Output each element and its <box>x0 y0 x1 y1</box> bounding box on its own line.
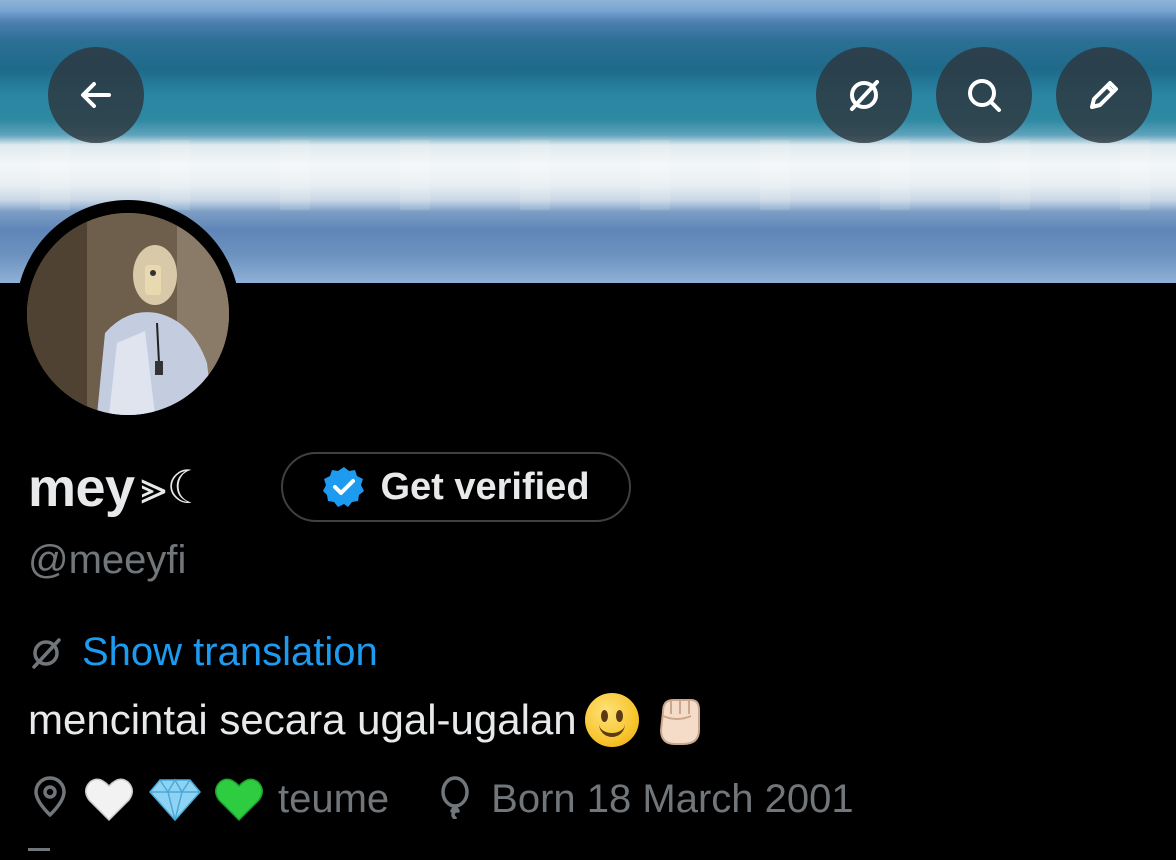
location-pin-icon <box>28 775 72 824</box>
search-icon <box>968 79 1001 112</box>
arrow-left-icon <box>81 82 111 108</box>
avatar[interactable] <box>27 213 229 415</box>
back-button[interactable] <box>48 47 144 143</box>
get-verified-button[interactable]: Get verified <box>281 452 631 522</box>
search-button[interactable] <box>936 47 1032 143</box>
name-glyphs: ⪢☾ <box>140 460 208 514</box>
translation-row[interactable]: Show translation <box>28 630 378 675</box>
white-heart-emoji-icon <box>85 778 133 822</box>
birthday-text: Born 18 March 2001 <box>491 776 854 821</box>
edit-button[interactable] <box>1056 47 1152 143</box>
get-verified-label: Get verified <box>380 465 590 508</box>
edit-pencil-icon <box>1090 81 1118 109</box>
display-name: mey <box>28 458 135 518</box>
grok-button[interactable] <box>816 47 912 143</box>
calendar-icon <box>28 848 50 860</box>
bio-text: mencintai secara ugal-ugalan <box>28 696 577 743</box>
gem-emoji-icon <box>149 778 201 822</box>
show-translation-link[interactable]: Show translation <box>82 630 378 675</box>
green-heart-emoji-icon <box>215 778 263 822</box>
balloon-icon <box>433 775 477 824</box>
location-text: teume <box>278 776 390 821</box>
grok-icon <box>850 80 879 111</box>
bio: mencintai secara ugal-ugalan <box>28 692 705 748</box>
avatar-photo <box>27 213 229 415</box>
username-handle: @meeyfi <box>28 538 187 582</box>
verified-badge-icon <box>323 467 365 507</box>
raised-fist-emoji-icon <box>653 692 705 748</box>
smiling-face-emoji-icon <box>584 693 639 747</box>
grok-translate-icon <box>32 637 61 669</box>
profile-meta-row: teume Born 18 March 2001 <box>28 770 854 828</box>
name-row: mey ⪢☾ <box>28 452 208 524</box>
